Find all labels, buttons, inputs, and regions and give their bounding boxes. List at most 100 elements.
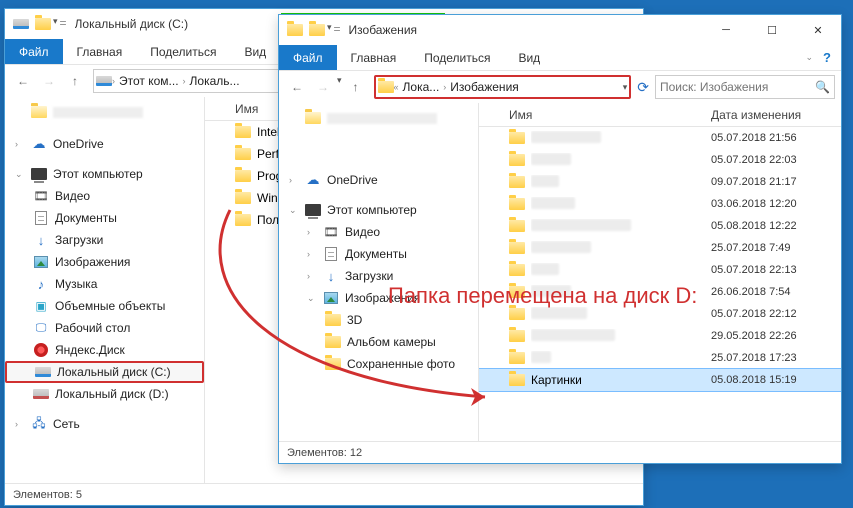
- drive-icon: [96, 73, 112, 89]
- breadcrumb-folder[interactable]: Изобажения: [446, 80, 522, 94]
- nav-quick-access[interactable]: [279, 107, 478, 129]
- nav-local-disk-d[interactable]: Локальный диск (D:): [5, 383, 204, 405]
- nav-pane[interactable]: ›☁OneDrive ⌄Этот компьютер 🎞Видео Докуме…: [5, 97, 205, 483]
- nav-up-button[interactable]: ↑: [63, 69, 87, 93]
- folder-row[interactable]: 25.07.2018 7:49: [479, 237, 841, 259]
- breadcrumb-drive[interactable]: Локаль...: [186, 74, 244, 88]
- nav-onedrive[interactable]: ›☁OneDrive: [5, 133, 204, 155]
- search-box[interactable]: 🔍: [655, 75, 835, 99]
- qat-dropdown-icon[interactable]: ▾: [53, 16, 58, 32]
- search-input[interactable]: [660, 80, 815, 94]
- status-bar: Элементов: 5: [5, 483, 643, 505]
- folder-icon: [509, 306, 525, 322]
- breadcrumb-this-pc[interactable]: Этот ком...: [115, 74, 183, 88]
- search-icon[interactable]: 🔍: [815, 80, 830, 94]
- folder-icon: [509, 240, 525, 256]
- ribbon-tab-view[interactable]: Вид: [230, 39, 280, 64]
- nav-up-button[interactable]: ↑: [344, 75, 368, 99]
- folder-row[interactable]: 05.07.2018 21:56: [479, 127, 841, 149]
- nav-onedrive[interactable]: ›☁OneDrive: [279, 169, 478, 191]
- drive-icon: [11, 14, 31, 34]
- folder-icon: [235, 168, 251, 184]
- ribbon-tab-view[interactable]: Вид: [504, 45, 554, 70]
- nav-music[interactable]: ♪Музыка: [5, 273, 204, 295]
- nav-history-dropdown-icon[interactable]: ▾: [337, 75, 342, 99]
- nav-pictures-camera-roll[interactable]: Альбом камеры: [279, 331, 478, 353]
- status-item-count: Элементов: 5: [13, 489, 82, 501]
- nav-quick-access[interactable]: [5, 101, 204, 123]
- nav-forward-button[interactable]: →: [37, 69, 61, 93]
- address-bar[interactable]: « Лока... › Изобажения ▾: [374, 75, 632, 99]
- nav-local-disk-c[interactable]: Локальный диск (C:): [5, 361, 204, 383]
- nav-back-button[interactable]: ←: [11, 69, 35, 93]
- folder-row[interactable]: Картинки05.08.2018 15:19: [479, 369, 841, 391]
- ribbon-tab-file[interactable]: Файл: [279, 45, 337, 70]
- folder-icon[interactable]: [35, 16, 51, 32]
- address-dropdown-icon[interactable]: ▾: [623, 82, 628, 93]
- folder-row[interactable]: 05.07.2018 22:13: [479, 259, 841, 281]
- nav-videos[interactable]: 🎞Видео: [5, 185, 204, 207]
- explorer-window-pictures: ▾ = Изобажения ─ ☐ ✕ Файл Главная Подели…: [278, 14, 842, 464]
- nav-this-pc[interactable]: ⌄Этот компьютер: [5, 163, 204, 185]
- nav-pictures[interactable]: Изображения: [5, 251, 204, 273]
- folder-name: [531, 219, 705, 234]
- help-icon[interactable]: ?: [823, 50, 831, 65]
- ribbon-tab-home[interactable]: Главная: [63, 39, 137, 64]
- ribbon-tab-share[interactable]: Поделиться: [410, 45, 504, 70]
- nav-pane[interactable]: ›☁OneDrive ⌄Этот компьютер ›🎞Видео ›Доку…: [279, 103, 479, 441]
- folder-row[interactable]: 03.06.2018 12:20: [479, 193, 841, 215]
- folder-row[interactable]: 25.07.2018 17:23: [479, 347, 841, 369]
- minimize-button[interactable]: ─: [703, 15, 749, 45]
- folder-icon: [509, 174, 525, 190]
- nav-yandex-disk[interactable]: Яндекс.Диск: [5, 339, 204, 361]
- folder-name: [531, 175, 705, 190]
- ribbon-tab-home[interactable]: Главная: [337, 45, 411, 70]
- file-list[interactable]: 05.07.2018 21:5605.07.2018 22:0309.07.20…: [479, 127, 841, 441]
- nav-forward-button[interactable]: →: [311, 75, 335, 99]
- folder-row[interactable]: 29.05.2018 22:26: [479, 325, 841, 347]
- folder-icon: [509, 328, 525, 344]
- status-bar: Элементов: 12: [279, 441, 841, 463]
- nav-pictures[interactable]: ⌄Изображения: [279, 287, 478, 309]
- refresh-icon[interactable]: ⟳: [637, 79, 649, 96]
- folder-icon: [378, 79, 394, 95]
- column-name[interactable]: Имя: [509, 108, 711, 122]
- column-date[interactable]: Дата изменения: [711, 108, 841, 122]
- nav-documents[interactable]: Документы: [5, 207, 204, 229]
- qat-overflow-icon[interactable]: =: [334, 22, 341, 38]
- folder-row[interactable]: 09.07.2018 21:17: [479, 171, 841, 193]
- content-pane[interactable]: Имя Дата изменения 05.07.2018 21:5605.07…: [479, 103, 841, 441]
- maximize-button[interactable]: ☐: [749, 15, 795, 45]
- ribbon-tab-file[interactable]: Файл: [5, 39, 63, 64]
- nav-network[interactable]: ›🖧Сеть: [5, 413, 204, 435]
- nav-this-pc[interactable]: ⌄Этот компьютер: [279, 199, 478, 221]
- folder-icon[interactable]: [309, 22, 325, 38]
- window-title: Локальный диск (C:): [75, 17, 282, 31]
- nav-documents[interactable]: ›Документы: [279, 243, 478, 265]
- qat-overflow-icon[interactable]: =: [60, 16, 67, 32]
- folder-row[interactable]: 05.07.2018 22:03: [479, 149, 841, 171]
- nav-desktop[interactable]: 🖵Рабочий стол: [5, 317, 204, 339]
- folder-name: [531, 197, 705, 212]
- nav-back-button[interactable]: ←: [285, 75, 309, 99]
- folder-name: [531, 241, 705, 256]
- close-button[interactable]: ✕: [795, 15, 841, 45]
- folder-row[interactable]: 05.07.2018 22:12: [479, 303, 841, 325]
- column-headers[interactable]: Имя Дата изменения: [479, 103, 841, 127]
- ribbon-tab-share[interactable]: Поделиться: [136, 39, 230, 64]
- titlebar[interactable]: ▾ = Изобажения ─ ☐ ✕: [279, 15, 841, 45]
- nav-pictures-saved[interactable]: Сохраненные фото: [279, 353, 478, 375]
- folder-name: [531, 307, 705, 322]
- ribbon-expand-icon[interactable]: ⌄: [806, 52, 814, 63]
- folder-row[interactable]: 26.06.2018 7:54: [479, 281, 841, 303]
- nav-downloads[interactable]: ↓Загрузки: [5, 229, 204, 251]
- nav-videos[interactable]: ›🎞Видео: [279, 221, 478, 243]
- nav-3d-objects[interactable]: ▣Объемные объекты: [5, 295, 204, 317]
- folder-row[interactable]: 05.08.2018 12:22: [479, 215, 841, 237]
- folder-icon: [509, 350, 525, 366]
- folder-date: 05.08.2018 15:19: [711, 374, 841, 386]
- qat-dropdown-icon[interactable]: ▾: [327, 22, 332, 38]
- nav-pictures-3d[interactable]: 3D: [279, 309, 478, 331]
- nav-downloads[interactable]: ›↓Загрузки: [279, 265, 478, 287]
- breadcrumb-drive[interactable]: Лока...: [399, 80, 444, 94]
